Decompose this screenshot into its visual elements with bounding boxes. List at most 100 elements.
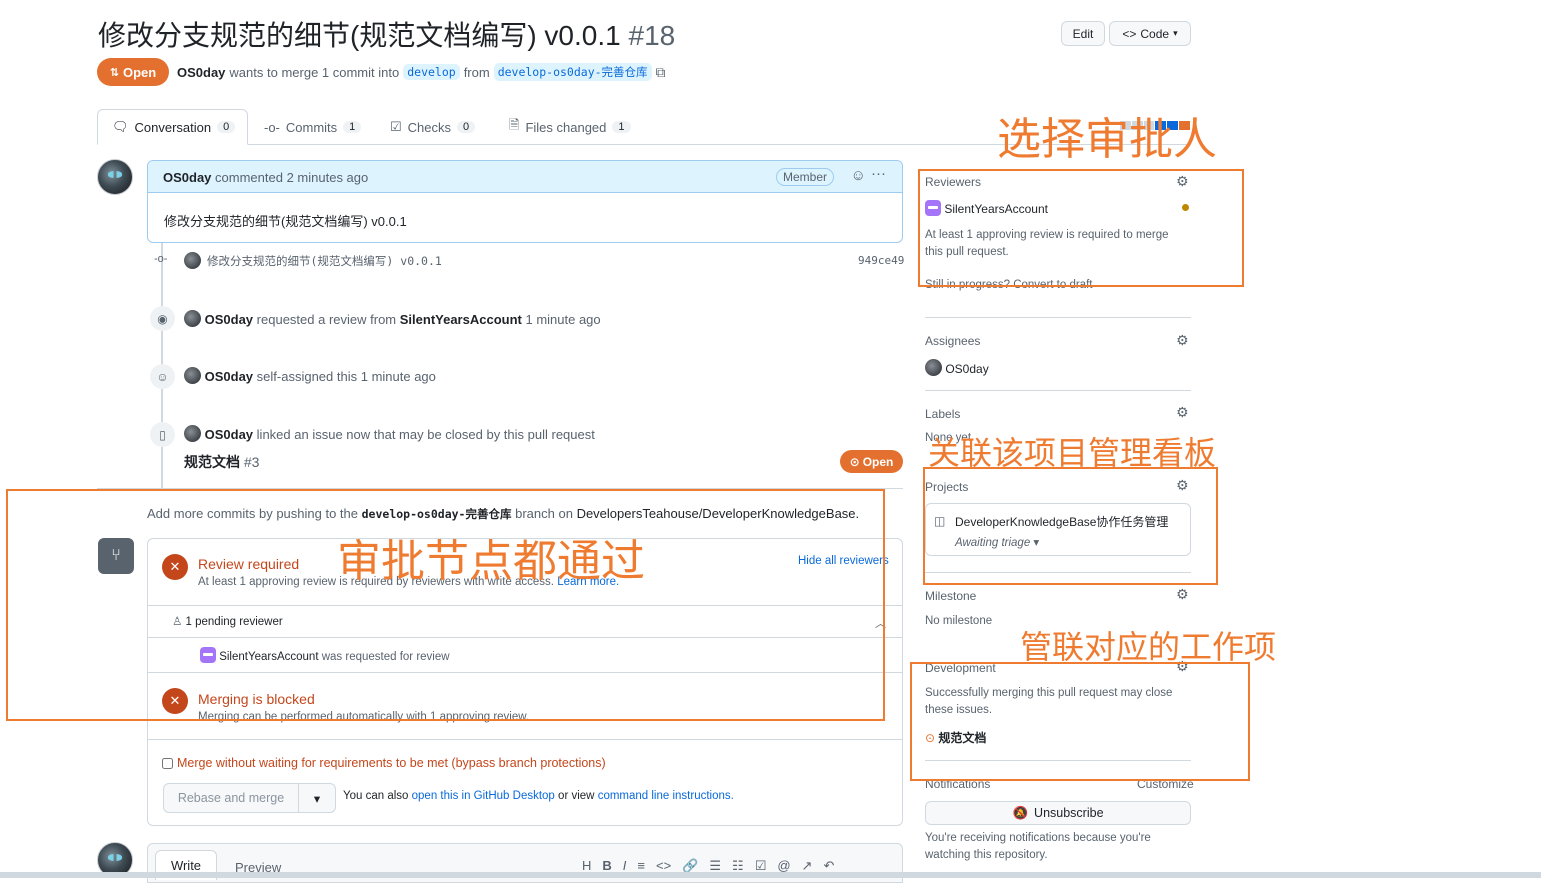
commit-sha[interactable]: 949ce49 bbox=[858, 254, 904, 267]
unsubscribe-button[interactable]: 🔕 Unsubscribe bbox=[925, 801, 1191, 825]
milestone-value: No milestone bbox=[925, 615, 993, 627]
comment-author[interactable]: OS0day bbox=[163, 170, 211, 185]
linked-issue-number: #3 bbox=[243, 454, 260, 470]
member-badge: Member bbox=[775, 168, 834, 186]
commit-row: 修改分支规范的细节(规范文档编写) v0.0.1 bbox=[184, 252, 442, 269]
bypass-label[interactable]: Merge without waiting for requirements t… bbox=[177, 756, 606, 770]
tab-files-changed[interactable]: 🗎 Files changed 1 bbox=[495, 109, 645, 145]
pr-merge-text: wants to merge 1 commit into bbox=[229, 64, 400, 80]
edit-button[interactable]: Edit bbox=[1061, 21, 1105, 46]
copy-icon[interactable]: ⧉ bbox=[656, 64, 666, 81]
tab-files-label: Files changed bbox=[525, 119, 607, 135]
code-button-label: Code bbox=[1140, 26, 1170, 41]
rebase-merge-label: Rebase and merge bbox=[164, 784, 299, 812]
cli-instructions-link[interactable]: command line instructions. bbox=[598, 790, 734, 802]
from-text: from bbox=[463, 64, 490, 80]
eye-icon: ◉ bbox=[150, 306, 175, 331]
linked-issue[interactable]: 规范文档 #3 bbox=[184, 452, 259, 472]
issue-opened-icon: ⊙ bbox=[849, 454, 860, 469]
commit-message[interactable]: 修改分支规范的细节(规范文档编写) v0.0.1 bbox=[207, 253, 442, 269]
milestone-label[interactable]: Milestone bbox=[925, 589, 976, 603]
also-prefix: You can also bbox=[343, 790, 409, 802]
bell-slash-icon: 🔕 bbox=[1012, 805, 1029, 820]
linked-issue-text: linked an issue now that may be closed b… bbox=[256, 427, 595, 442]
annotation-link-board: 关联该项目管理看板 bbox=[928, 435, 1217, 471]
linked-issue-event: OS0day linked an issue now that may be c… bbox=[184, 425, 595, 442]
tab-conversation-label: Conversation bbox=[134, 119, 212, 135]
pr-state-label: Open bbox=[122, 64, 157, 80]
code-button[interactable]: <> Code ▾ bbox=[1109, 21, 1191, 46]
self-assign-text: self-assigned this 1 minute ago bbox=[256, 369, 436, 384]
comment-body: 修改分支规范的细节(规范文档编写) v0.0.1 bbox=[164, 214, 407, 229]
caret-down-icon: ▾ bbox=[1173, 28, 1178, 38]
linked-issue-actor[interactable]: OS0day bbox=[205, 427, 253, 442]
assignee-entry[interactable]: OS0day bbox=[925, 359, 989, 376]
rebase-merge-button[interactable]: Rebase and merge ▾ bbox=[163, 783, 336, 813]
review-request-actor[interactable]: OS0day bbox=[205, 312, 253, 327]
edit-button-label: Edit bbox=[1072, 26, 1094, 41]
or-view-text: or view bbox=[558, 790, 595, 802]
tab-checks[interactable]: ☑ Checks 0 bbox=[376, 109, 489, 145]
checklist-icon: ☑ bbox=[390, 119, 402, 134]
comment-icon: 🗨 bbox=[112, 119, 129, 134]
file-diff-icon: 🗎 bbox=[509, 117, 520, 132]
assignees-label[interactable]: Assignees bbox=[925, 334, 980, 348]
write-tab-label: Write bbox=[170, 858, 202, 873]
annotation-box-merge bbox=[6, 489, 885, 721]
assignee-name: OS0day bbox=[945, 362, 989, 376]
base-branch[interactable]: develop bbox=[403, 64, 460, 80]
labels-gear-icon[interactable]: ⚙ bbox=[1176, 404, 1189, 421]
code-icon: <> bbox=[1122, 26, 1137, 41]
bookmark-icon: ▯ bbox=[150, 422, 175, 447]
assignee-avatar bbox=[925, 359, 942, 376]
comment-meta: OS0day commented 2 minutes ago bbox=[163, 170, 368, 185]
head-branch[interactable]: develop-os0day-完善仓库 bbox=[493, 63, 652, 81]
tab-commits[interactable]: -o- Commits 1 bbox=[250, 109, 375, 145]
comment-action: commented 2 minutes ago bbox=[215, 170, 369, 185]
smiley-icon[interactable]: ☺ bbox=[851, 167, 866, 184]
tab-conversation[interactable]: 🗨 Conversation 0 bbox=[97, 109, 248, 145]
issue-state-label: Open bbox=[862, 454, 894, 469]
pr-title: 修改分支规范的细节(规范文档编写) v0.0.1 #18 bbox=[98, 14, 675, 54]
annotation-review-pass: 审批节点都通过 bbox=[337, 537, 645, 586]
tab-files-count: 1 bbox=[612, 121, 631, 133]
commit-icon: -o- bbox=[264, 119, 280, 135]
also-options: You can also open this in GitHub Desktop… bbox=[343, 790, 734, 802]
bypass-checkbox[interactable] bbox=[162, 757, 173, 769]
caret-down-icon[interactable]: ▾ bbox=[299, 784, 335, 812]
review-request-text: requested a review from bbox=[256, 312, 397, 327]
linked-issue-title[interactable]: 规范文档 bbox=[184, 454, 240, 470]
pr-description-comment: OS0day commented 2 minutes ago Member ☺ … bbox=[147, 160, 903, 243]
annotation-box-development bbox=[910, 662, 1250, 781]
milestone-gear-icon[interactable]: ⚙ bbox=[1176, 586, 1189, 603]
tab-commits-count: 1 bbox=[343, 121, 362, 133]
annotation-box-projects bbox=[923, 467, 1218, 585]
annotation-link-work-item: 管联对应的工作项 bbox=[1020, 629, 1277, 665]
bypass-row: Merge without waiting for requirements t… bbox=[162, 756, 606, 770]
tab-checks-label: Checks bbox=[407, 119, 452, 135]
self-assign-event: OS0day self-assigned this 1 minute ago bbox=[184, 367, 436, 384]
self-assign-actor[interactable]: OS0day bbox=[205, 369, 253, 384]
kebab-menu-icon[interactable]: ··· bbox=[871, 165, 886, 182]
pr-author-link[interactable]: OS0day bbox=[177, 65, 225, 80]
pr-state-badge: ⇅ Open bbox=[97, 58, 169, 86]
actor-avatar[interactable] bbox=[184, 425, 201, 442]
pr-meta: OS0day wants to merge 1 commit into deve… bbox=[177, 63, 666, 81]
review-request-target[interactable]: SilentYearsAccount bbox=[400, 312, 522, 327]
commit-avatar[interactable] bbox=[184, 252, 201, 269]
tab-conversation-count: 0 bbox=[217, 121, 236, 133]
pull-request-icon: ⇅ bbox=[109, 66, 119, 79]
comment-header: OS0day commented 2 minutes ago Member ☺ … bbox=[148, 161, 902, 193]
actor-avatar[interactable] bbox=[184, 367, 201, 384]
assignees-gear-icon[interactable]: ⚙ bbox=[1176, 332, 1189, 349]
notifications-note: You're receiving notifications because y… bbox=[925, 832, 1151, 861]
actor-avatar[interactable] bbox=[184, 310, 201, 327]
annotation-box-reviewers bbox=[918, 169, 1244, 287]
pr-number: #18 bbox=[628, 20, 676, 51]
tab-checks-count: 0 bbox=[457, 121, 476, 133]
person-icon: ☺ bbox=[150, 364, 175, 389]
author-avatar[interactable] bbox=[97, 159, 133, 195]
commit-dot-icon: -o- bbox=[154, 253, 168, 265]
labels-label[interactable]: Labels bbox=[925, 407, 960, 421]
open-desktop-link[interactable]: open this in GitHub Desktop bbox=[412, 790, 555, 802]
